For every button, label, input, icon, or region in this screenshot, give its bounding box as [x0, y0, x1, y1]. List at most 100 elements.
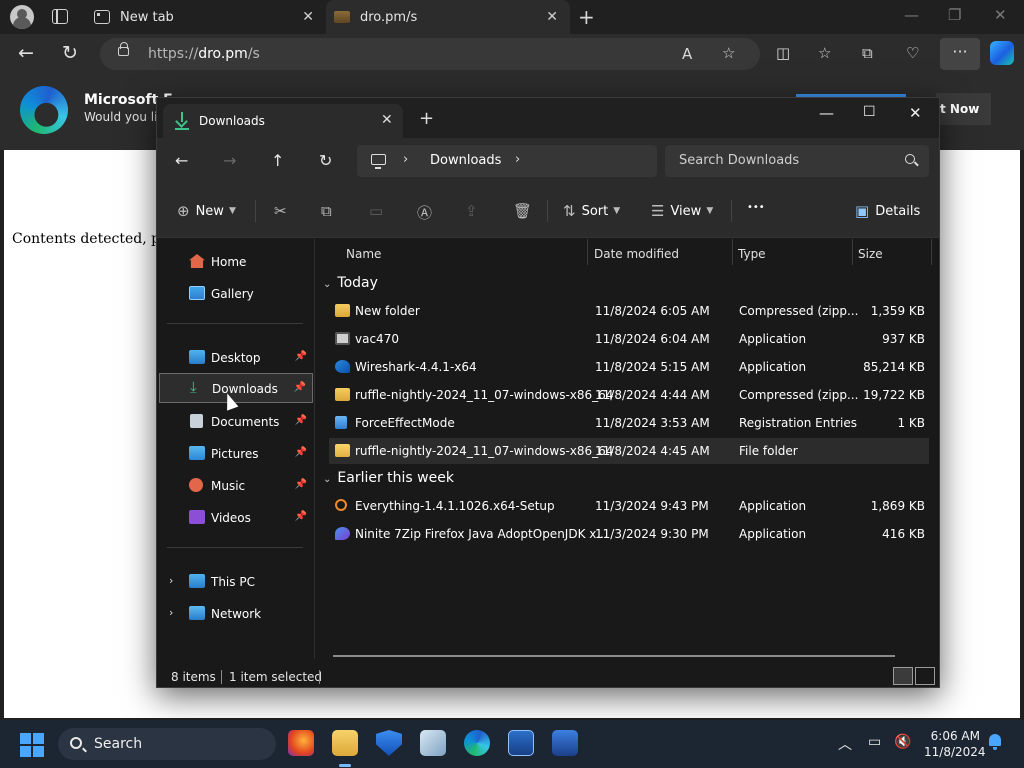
settings-more-icon[interactable]: ··· [940, 38, 980, 70]
file-row[interactable]: Wireshark-4.4.1-x64 11/8/2024 5:15 AM Ap… [329, 354, 929, 380]
browser-tab-new-tab[interactable]: New tab ✕ [82, 0, 326, 34]
edge-logo-icon [20, 86, 68, 134]
column-date-modified[interactable]: Date modified [594, 247, 679, 261]
back-arrow-icon[interactable]: ← [18, 42, 34, 64]
refresh-icon[interactable]: ↻ [62, 42, 78, 64]
this-pc-icon[interactable] [371, 154, 386, 169]
minimize-icon[interactable]: — [819, 104, 834, 122]
restore-icon[interactable]: ❐ [948, 6, 961, 24]
refresh-icon[interactable]: ↻ [319, 151, 332, 170]
forward-arrow-icon[interactable]: → [223, 151, 236, 170]
tiles-view-icon[interactable] [915, 667, 935, 685]
column-type[interactable]: Type [738, 247, 766, 261]
chevron-right-icon[interactable]: › [403, 152, 408, 167]
security-shield-icon[interactable] [376, 730, 402, 756]
system-clock[interactable]: 6:06 AM 11/8/2024 [924, 728, 986, 760]
up-arrow-icon[interactable]: ↑ [271, 151, 284, 170]
pin-icon[interactable]: 📌 [295, 479, 307, 490]
breadcrumb[interactable]: › Downloads › [357, 145, 657, 177]
chevron-up-icon[interactable]: ︿ [838, 734, 852, 754]
new-tab-plus-icon[interactable]: + [578, 5, 595, 29]
sidebar-item-home[interactable]: Home [159, 247, 313, 277]
file-explorer-icon[interactable] [332, 730, 358, 767]
back-arrow-icon[interactable]: ← [175, 151, 188, 170]
new-button[interactable]: ⊕ New ▼ [177, 202, 236, 220]
share-icon[interactable]: ⇪ [465, 202, 484, 220]
copilot-icon[interactable] [990, 41, 1014, 65]
explorer-tab-downloads[interactable]: Downloads ✕ [163, 104, 403, 138]
notepad-icon[interactable] [420, 730, 446, 756]
file-row[interactable]: ruffle-nightly-2024_11_07-windows-x86_64… [329, 382, 929, 408]
sidebar-item-gallery[interactable]: Gallery [159, 279, 313, 309]
sidebar-item-pictures[interactable]: Pictures 📌 [159, 439, 313, 469]
sidebar-item-desktop[interactable]: Desktop 📌 [159, 343, 313, 373]
infobar-try-now-button[interactable]: t Now [936, 93, 991, 125]
paste-icon[interactable]: ▭ [369, 202, 389, 220]
pin-icon[interactable]: 📌 [295, 447, 307, 458]
close-tab-icon[interactable]: ✕ [381, 112, 393, 128]
file-row[interactable]: Ninite 7Zip Firefox Java AdoptOpenJDK x.… [329, 521, 929, 547]
rename-icon[interactable]: Ⓐ [417, 202, 438, 223]
new-tab-plus-icon[interactable]: + [419, 108, 434, 129]
volume-muted-icon[interactable]: 🔇 [894, 734, 911, 750]
favorite-star-icon[interactable]: ☆ [722, 44, 735, 62]
details-view-icon[interactable] [893, 667, 913, 685]
view-button[interactable]: ☰ View ▼ [651, 202, 713, 220]
split-screen-icon[interactable]: ◫ [776, 44, 790, 62]
profile-avatar-icon[interactable] [10, 5, 34, 29]
sidebar-item-downloads[interactable]: ⤓ Downloads 📌 [159, 373, 313, 403]
browser-tab-dro-pm[interactable]: dro.pm/s ✕ [326, 0, 570, 34]
file-row[interactable]: Everything-1.4.1.1026.x64-Setup 11/3/202… [329, 493, 929, 519]
pin-icon[interactable]: 📌 [294, 382, 306, 393]
sidebar-item-music[interactable]: Music 📌 [159, 471, 313, 501]
close-tab-icon[interactable]: ✕ [302, 9, 314, 25]
browser-essentials-icon[interactable]: ♡ [906, 44, 919, 62]
close-tab-icon[interactable]: ✕ [546, 9, 558, 25]
chevron-right-icon[interactable]: › [169, 574, 173, 587]
details-button[interactable]: ▣ Details [855, 202, 920, 220]
chevron-right-icon[interactable]: › [515, 152, 520, 167]
network-status-icon[interactable]: ▭ [868, 734, 881, 750]
tab-actions-icon[interactable] [52, 9, 68, 24]
read-aloud-icon[interactable]: A [682, 45, 692, 63]
sidebar-item-videos[interactable]: Videos 📌 [159, 503, 313, 533]
address-bar[interactable]: https://dro.pm/s A ☆ [100, 38, 760, 70]
search-input[interactable]: Search Downloads [665, 145, 929, 177]
sidebar-item-network[interactable]: › Network [159, 599, 313, 629]
chevron-right-icon[interactable]: › [169, 606, 173, 619]
sidebar-item-this-pc[interactable]: › This PC [159, 567, 313, 597]
breadcrumb-downloads[interactable]: Downloads [430, 153, 501, 168]
cut-icon[interactable]: ✂ [274, 202, 293, 220]
remote-desktop-icon[interactable] [552, 730, 578, 756]
taskbar-search[interactable]: Search [58, 728, 276, 760]
horizontal-scrollbar[interactable] [333, 655, 895, 657]
file-row-selected[interactable]: ruffle-nightly-2024_11_07-windows-x86_64… [329, 438, 929, 464]
more-options-icon[interactable]: ••• [747, 202, 765, 213]
column-name[interactable]: Name [346, 247, 381, 261]
firefox-icon[interactable] [288, 730, 314, 756]
pin-icon[interactable]: 📌 [295, 351, 307, 362]
copy-icon[interactable]: ⧉ [321, 202, 338, 220]
favorites-icon[interactable]: ☆ [818, 44, 831, 62]
file-row[interactable]: vac470 11/8/2024 6:04 AM Application 937… [329, 326, 929, 352]
file-row[interactable]: New folder 11/8/2024 6:05 AM Compressed … [329, 298, 929, 324]
collections-icon[interactable]: ⧉ [862, 44, 873, 62]
delete-icon[interactable]: 🗑 [513, 202, 538, 220]
group-header-today[interactable]: ⌄ Today [323, 275, 378, 291]
sidebar-item-documents[interactable]: Documents 📌 [159, 407, 313, 437]
minimize-icon[interactable]: — [904, 6, 919, 24]
pin-icon[interactable]: 📌 [295, 415, 307, 426]
maximize-icon[interactable]: ☐ [863, 104, 876, 120]
sort-button[interactable]: ⇅ Sort ▼ [563, 202, 620, 220]
task-manager-icon[interactable] [508, 730, 534, 756]
file-row[interactable]: ForceEffectMode 11/8/2024 3:53 AM Regist… [329, 410, 929, 436]
close-window-icon[interactable]: ✕ [994, 6, 1007, 24]
pin-icon[interactable]: 📌 [295, 511, 307, 522]
lock-icon[interactable] [118, 42, 129, 56]
start-button[interactable] [20, 733, 44, 757]
column-size[interactable]: Size [858, 247, 883, 261]
group-header-earlier-this-week[interactable]: ⌄ Earlier this week [323, 470, 454, 486]
close-window-icon[interactable]: ✕ [909, 104, 922, 122]
notification-bell-icon[interactable] [988, 734, 1002, 750]
edge-browser-icon[interactable] [464, 730, 490, 756]
